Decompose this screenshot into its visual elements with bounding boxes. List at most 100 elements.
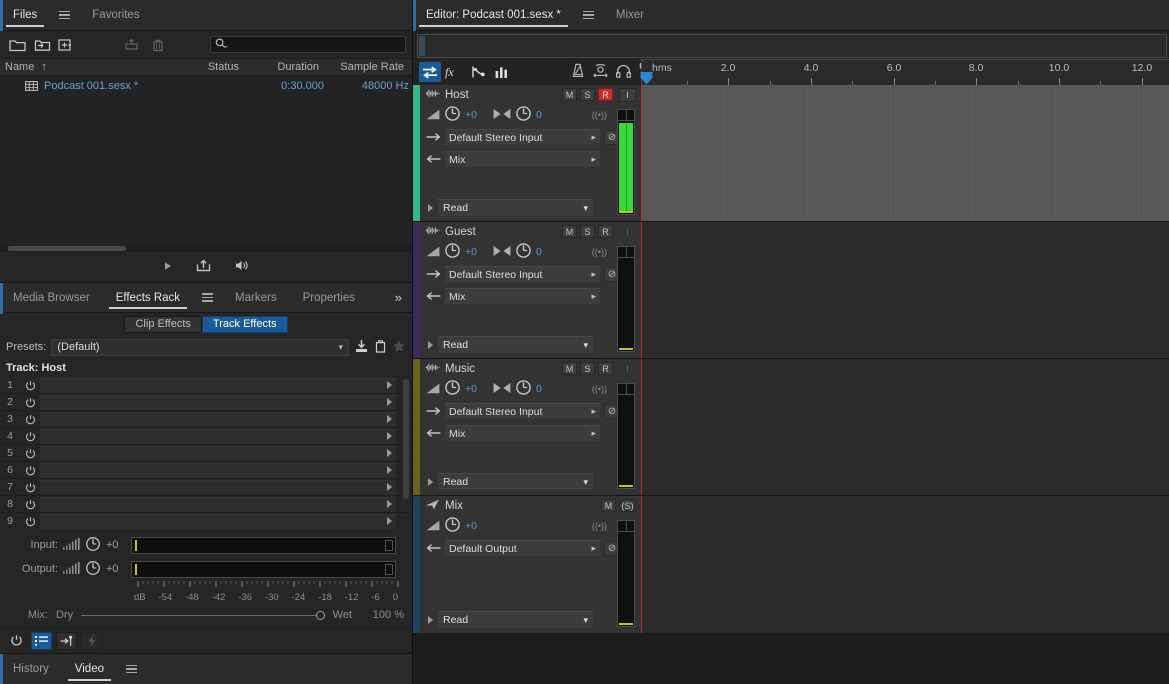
automation-mode-dropdown[interactable]: Read ▾ bbox=[438, 199, 593, 216]
effects-panel-menu-icon[interactable] bbox=[193, 283, 222, 312]
expand-automation-icon[interactable] bbox=[428, 340, 433, 349]
tab-editor[interactable]: Editor: Podcast 001.sesx * bbox=[413, 0, 574, 30]
effect-slot-row[interactable]: 1 bbox=[0, 377, 412, 394]
bottom-panel-menu-icon[interactable] bbox=[117, 654, 146, 684]
slot-power-icon[interactable] bbox=[20, 397, 40, 408]
slot-expand-icon[interactable] bbox=[387, 381, 392, 389]
volume-value[interactable]: +0 bbox=[465, 383, 477, 395]
input-monitor-button[interactable]: I bbox=[619, 225, 636, 239]
slot-effect-field[interactable] bbox=[40, 496, 396, 512]
input-route-dropdown[interactable]: Default Stereo Input ▸ bbox=[445, 129, 600, 145]
save-preset-icon[interactable] bbox=[354, 339, 369, 356]
editor-panel-menu-icon[interactable] bbox=[574, 0, 603, 30]
files-panel-menu-icon[interactable] bbox=[50, 0, 79, 30]
import-folder-icon[interactable] bbox=[31, 35, 53, 55]
slot-expand-icon[interactable] bbox=[387, 449, 392, 457]
expand-automation-icon[interactable] bbox=[428, 615, 433, 624]
input-monitor-button[interactable]: I bbox=[619, 88, 636, 102]
subtab-track-effects[interactable]: Track Effects bbox=[201, 315, 288, 333]
input-route-dropdown[interactable]: Default Stereo Input ▸ bbox=[445, 403, 600, 419]
play-icon[interactable] bbox=[162, 260, 174, 275]
volume-knob[interactable] bbox=[444, 105, 461, 125]
input-monitor-icon[interactable]: ((•)) bbox=[592, 247, 607, 257]
automation-icon[interactable] bbox=[467, 62, 489, 82]
export-icon[interactable] bbox=[122, 35, 144, 55]
mute-button[interactable]: M bbox=[562, 88, 577, 101]
track-name-label[interactable]: Music bbox=[445, 363, 475, 375]
tab-video[interactable]: Video bbox=[62, 654, 117, 684]
pan-value[interactable]: 0 bbox=[536, 246, 542, 258]
subtab-clip-effects[interactable]: Clip Effects bbox=[124, 315, 202, 333]
track-name-label[interactable]: Mix bbox=[445, 500, 463, 512]
input-route-dropdown[interactable]: Default Stereo Input ▸ bbox=[445, 266, 600, 282]
slot-effect-field[interactable] bbox=[40, 479, 396, 495]
effect-slot-row[interactable]: 8 bbox=[0, 496, 412, 513]
mute-button[interactable]: M bbox=[601, 499, 616, 512]
search-field-wrapper[interactable] bbox=[210, 36, 406, 53]
playhead-handle-icon[interactable] bbox=[640, 72, 653, 85]
headphones-icon[interactable] bbox=[615, 64, 632, 81]
slot-effect-field[interactable] bbox=[40, 462, 396, 478]
slot-power-icon[interactable] bbox=[20, 465, 40, 476]
track-meter-clip[interactable] bbox=[618, 247, 634, 258]
solo-button[interactable]: (S) bbox=[619, 499, 636, 512]
input-gain-knob[interactable] bbox=[85, 536, 101, 555]
input-monitor-icon[interactable]: ((•)) bbox=[592, 521, 607, 531]
track-meter-clip[interactable] bbox=[618, 521, 634, 532]
track-level-meter[interactable] bbox=[617, 109, 635, 215]
column-header-status[interactable]: Status bbox=[182, 61, 244, 73]
tab-effects-rack[interactable]: Effects Rack bbox=[103, 283, 193, 312]
volume-knob[interactable] bbox=[444, 242, 461, 262]
column-header-duration[interactable]: Duration bbox=[244, 61, 324, 73]
tab-files[interactable]: Files bbox=[0, 0, 50, 30]
column-header-samplerate[interactable]: Sample Rate bbox=[324, 61, 409, 73]
mute-button[interactable]: M bbox=[562, 362, 577, 375]
automation-mode-dropdown[interactable]: Read ▾ bbox=[438, 473, 593, 490]
slot-power-icon[interactable] bbox=[20, 380, 40, 391]
mix-slider[interactable] bbox=[81, 608, 325, 622]
pan-value[interactable]: 0 bbox=[536, 109, 542, 121]
slot-expand-icon[interactable] bbox=[387, 415, 392, 423]
track-lane[interactable] bbox=[641, 496, 1169, 633]
pan-value[interactable]: 0 bbox=[536, 383, 542, 395]
pan-knob[interactable] bbox=[515, 242, 532, 262]
effect-slot-row[interactable]: 7 bbox=[0, 479, 412, 496]
solo-button[interactable]: S bbox=[580, 362, 595, 375]
move-tool-icon[interactable] bbox=[419, 62, 441, 82]
track-name-label[interactable]: Guest bbox=[445, 226, 476, 238]
output-route-dropdown[interactable]: Default Output ▸ bbox=[445, 540, 600, 556]
insert-effect-icon[interactable] bbox=[56, 631, 77, 650]
track-lane[interactable] bbox=[641, 85, 1169, 221]
output-clip-indicator[interactable] bbox=[385, 563, 393, 575]
levels-icon[interactable] bbox=[491, 62, 513, 82]
slot-power-icon[interactable] bbox=[20, 414, 40, 425]
effect-slot-row[interactable]: 2 bbox=[0, 394, 412, 411]
effect-slot-row[interactable]: 4 bbox=[0, 428, 412, 445]
volume-value[interactable]: +0 bbox=[465, 520, 477, 532]
process-icon[interactable] bbox=[81, 631, 102, 650]
metronome-icon[interactable] bbox=[571, 63, 585, 81]
auto-play-icon[interactable] bbox=[233, 259, 250, 275]
input-monitor-icon[interactable]: ((•)) bbox=[592, 384, 607, 394]
solo-button[interactable]: S bbox=[580, 225, 595, 238]
slot-effect-field[interactable] bbox=[40, 394, 396, 410]
tab-properties[interactable]: Properties bbox=[290, 283, 368, 312]
effects-list-icon[interactable] bbox=[31, 631, 52, 650]
power-toggle-icon[interactable] bbox=[6, 632, 27, 650]
mix-slider-knob[interactable] bbox=[315, 610, 325, 620]
slot-power-icon[interactable] bbox=[20, 431, 40, 442]
new-file-icon[interactable] bbox=[56, 35, 78, 55]
volume-value[interactable]: +0 bbox=[465, 109, 477, 121]
record-arm-button[interactable]: R bbox=[598, 362, 613, 375]
expand-automation-icon[interactable] bbox=[428, 477, 433, 486]
output-gain-value[interactable]: +0 bbox=[106, 563, 126, 575]
slot-effect-field[interactable] bbox=[40, 428, 396, 444]
slot-power-icon[interactable] bbox=[20, 499, 40, 510]
file-list-row[interactable]: Podcast 001.sesx * 0:30.000 48000 Hz bbox=[0, 76, 412, 95]
mute-button[interactable]: M bbox=[562, 225, 577, 238]
favorite-star-icon[interactable] bbox=[392, 339, 406, 356]
overview-navigator[interactable] bbox=[417, 34, 1167, 58]
input-monitor-button[interactable]: I bbox=[619, 362, 636, 376]
output-route-dropdown[interactable]: Mix ▸ bbox=[445, 151, 600, 167]
timeline-ruler[interactable]: hms 2.0 4.0 6.0 8.0 10.0 12.0 bbox=[640, 59, 1169, 85]
